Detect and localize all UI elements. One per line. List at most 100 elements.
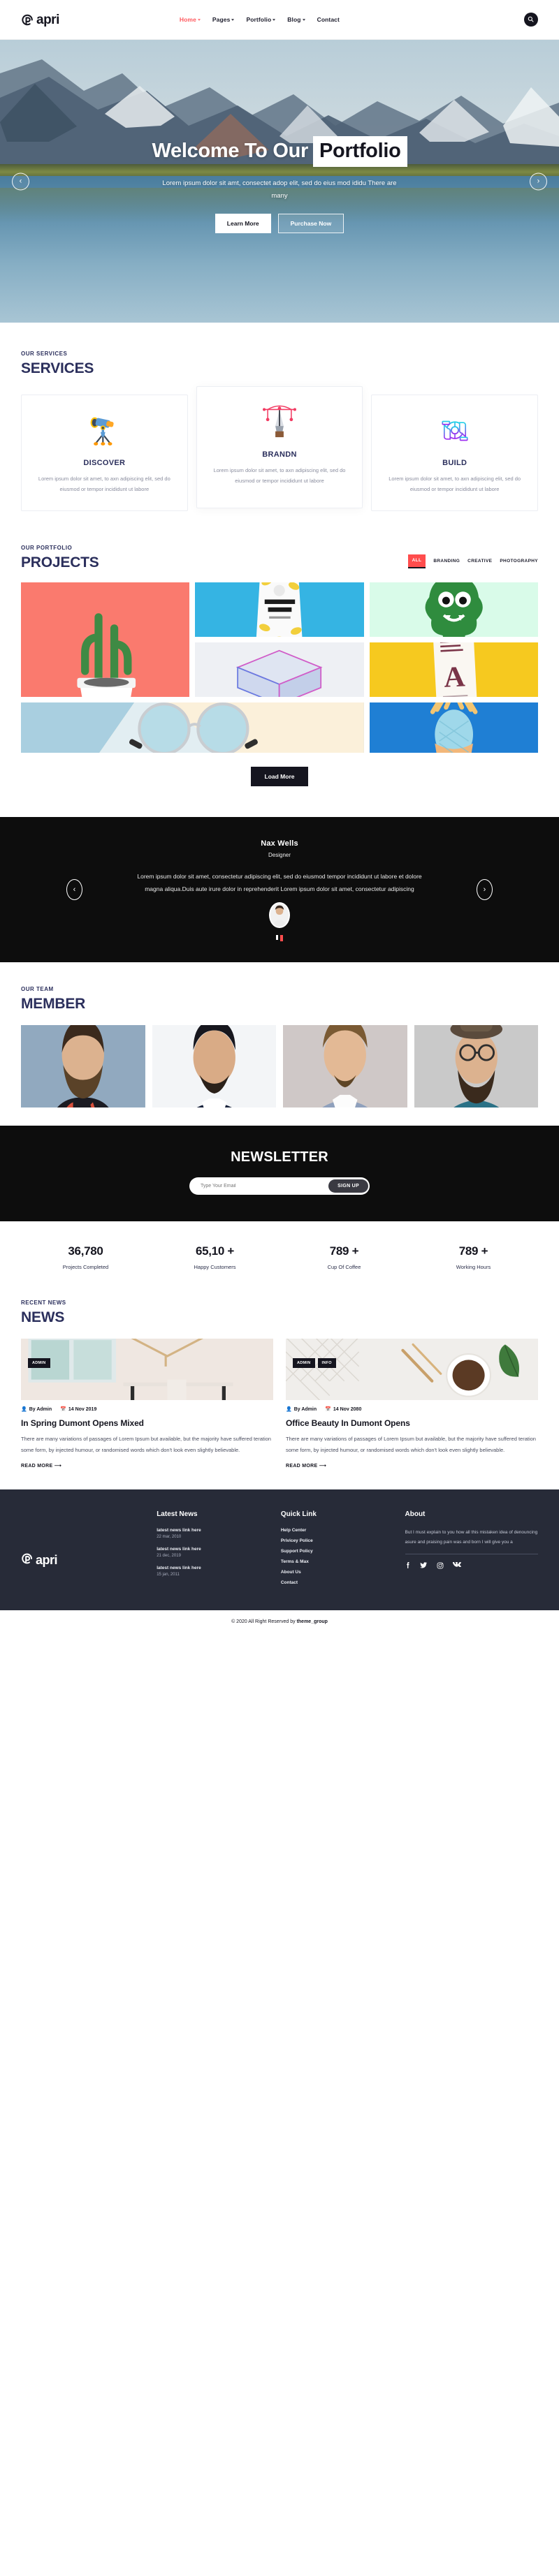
- portfolio-item-plastic-pouch-packaging-mockup[interactable]: [195, 582, 364, 637]
- testimonial-dot-2[interactable]: [280, 935, 283, 942]
- news-author-label: By Admin: [293, 1407, 317, 1413]
- footer-news-link[interactable]: latest news link here: [157, 1566, 273, 1570]
- site-footer: apri Latest News latest news link here 2…: [0, 1489, 559, 1611]
- testimonial-dot-1[interactable]: [276, 935, 278, 941]
- news-section: RECENT NEWS NEWS ADMIN 👤 By Admin 📅 14 N…: [0, 1291, 559, 1489]
- news-excerpt: There are many variations of passages of…: [21, 1436, 271, 1453]
- team-member-4[interactable]: [414, 1025, 538, 1108]
- footer-link-support-policy[interactable]: Support Policy: [281, 1549, 397, 1554]
- news-thumbnail-1[interactable]: ADMIN: [21, 1339, 273, 1401]
- purchase-now-button[interactable]: Purchase Now: [277, 214, 344, 234]
- vk-icon[interactable]: [452, 1561, 461, 1569]
- hero-prev-button[interactable]: ‹: [12, 172, 29, 190]
- newsletter-form: SIGN UP: [189, 1177, 370, 1195]
- facebook-icon[interactable]: [405, 1561, 411, 1569]
- footer-link-contact[interactable]: Contact: [281, 1580, 397, 1585]
- site-header: apri Home Pages Portfolio Blog Contact: [0, 0, 559, 40]
- nav-item-home[interactable]: Home: [180, 16, 201, 23]
- news-card-2: ADMIN INFO 👤 By Admin 📅 14 Nov 2080 Offi…: [286, 1339, 538, 1469]
- nav-item-blog[interactable]: Blog: [287, 16, 305, 23]
- user-icon: 👤: [286, 1407, 292, 1413]
- hero-actions: Learn More Purchase Now: [215, 214, 344, 234]
- portfolio-item-green-monster-character[interactable]: [369, 582, 538, 637]
- team-member-2[interactable]: [152, 1025, 276, 1108]
- nav-label: Portfolio: [246, 16, 272, 23]
- footer-news-item: latest news link here 21 dec, 2019: [157, 1547, 273, 1558]
- filter-all[interactable]: ALL: [407, 554, 426, 568]
- chevron-right-icon: ›: [537, 177, 540, 186]
- news-headline[interactable]: Office Beauty In Dumont Opens: [286, 1418, 538, 1428]
- portfolio-item-painted-pineapple[interactable]: [369, 702, 538, 753]
- newsletter-signup-button[interactable]: SIGN UP: [328, 1179, 368, 1193]
- footer-link-privacy-police[interactable]: Privicey Police: [281, 1538, 397, 1543]
- news-headline[interactable]: In Spring Dumont Opens Mixed: [21, 1418, 273, 1428]
- portfolio-item-brochure-letter-a-mockup[interactable]: A: [369, 642, 538, 697]
- copyright-text: © 2020 All Right Reserved by: [231, 1619, 297, 1625]
- news-date-label: 14 Nov 2019: [68, 1407, 97, 1413]
- footer-brand-logo[interactable]: apri: [21, 1530, 148, 1591]
- hero-next-button[interactable]: ›: [530, 172, 547, 190]
- newsletter-email-input[interactable]: [201, 1184, 329, 1189]
- filter-photography[interactable]: PHOTOGRAPHY: [500, 559, 538, 564]
- main-navigation: Home Pages Portfolio Blog Contact: [152, 16, 340, 23]
- testimonial-prev-button[interactable]: ‹: [66, 879, 82, 901]
- footer-about-heading: About: [405, 1510, 426, 1519]
- load-more-button[interactable]: Load More: [250, 766, 309, 786]
- footer-link-help-center[interactable]: Help Center: [281, 1528, 397, 1533]
- news-tag[interactable]: ADMIN: [28, 1358, 50, 1369]
- footer-link-about-us[interactable]: About Us: [281, 1570, 397, 1575]
- nav-item-portfolio[interactable]: Portfolio: [246, 16, 276, 23]
- instagram-icon[interactable]: [437, 1561, 444, 1569]
- footer-news-link[interactable]: latest news link here: [157, 1528, 273, 1533]
- copyright-brand: theme_group: [296, 1619, 328, 1625]
- team-member-3[interactable]: [283, 1025, 407, 1108]
- portfolio-section: OUR PORTFOLIO PROJECTS ALL BRANDING CREA…: [0, 532, 559, 817]
- portfolio-item-cactus-in-white-pot[interactable]: [21, 582, 190, 697]
- stat-label: Cup Of Coffee: [327, 1264, 361, 1271]
- news-thumbnail-2[interactable]: ADMIN INFO: [286, 1339, 538, 1401]
- portfolio-grid: A: [0, 582, 559, 753]
- testimonial-avatar: [269, 902, 290, 929]
- team-member-1[interactable]: [21, 1025, 145, 1108]
- brand-logo[interactable]: apri: [21, 13, 59, 27]
- learn-more-button[interactable]: Learn More: [215, 214, 271, 234]
- footer-news-item: latest news link here 15 jan, 2011: [157, 1566, 273, 1577]
- portfolio-item-translucent-gradient-box[interactable]: [195, 642, 364, 697]
- filter-creative[interactable]: CREATIVE: [467, 559, 492, 564]
- telescope-icon: [33, 409, 176, 452]
- services-title: SERVICES: [21, 360, 94, 376]
- service-card-brandn[interactable]: BRANDN Lorem ipsum dolor sit amet, to ax…: [196, 386, 363, 508]
- hero-title-highlight: Portfolio: [313, 135, 407, 167]
- stat-label: Working Hours: [456, 1264, 491, 1271]
- footer-link-terms-max[interactable]: Terms & Max: [281, 1559, 397, 1564]
- footer-news-link[interactable]: latest news link here: [157, 1547, 273, 1552]
- service-description: Lorem ipsum dolor sit amet, to axn adipi…: [389, 476, 521, 493]
- footer-news-date: 21 dec, 2019: [157, 1554, 181, 1559]
- stat-number: 789 +: [458, 1244, 488, 1258]
- news-tag[interactable]: INFO: [317, 1358, 336, 1369]
- hero-title: Welcome To Our Portfolio: [152, 135, 407, 167]
- service-card-discover[interactable]: DISCOVER Lorem ipsum dolor sit amet, to …: [21, 395, 188, 511]
- footer-quick-link: Quick Link Help Center Privicey Police S…: [281, 1510, 397, 1591]
- service-description: Lorem ipsum dolor sit amet, to axn adipi…: [213, 467, 346, 485]
- read-more-link-2[interactable]: READ MORE ⟶: [286, 1463, 538, 1469]
- news-tag[interactable]: ADMIN: [293, 1358, 315, 1369]
- twitter-icon[interactable]: [419, 1561, 428, 1569]
- news-excerpt: There are many variations of passages of…: [286, 1436, 536, 1453]
- nav-label: Home: [179, 16, 196, 23]
- news-meta-1: 👤 By Admin 📅 14 Nov 2019: [21, 1407, 273, 1412]
- filter-branding[interactable]: BRANDING: [433, 559, 460, 564]
- testimonial-next-button[interactable]: ›: [477, 879, 493, 901]
- news-date: 📅 14 Nov 2080: [325, 1407, 361, 1412]
- read-more-link-1[interactable]: READ MORE ⟶: [21, 1463, 273, 1469]
- portfolio-filters: ALL BRANDING CREATIVE PHOTOGRAPHY: [407, 554, 538, 571]
- testimonial-dots: [0, 935, 559, 942]
- nav-item-contact[interactable]: Contact: [317, 16, 340, 23]
- portfolio-item-round-sunglasses[interactable]: [21, 702, 364, 753]
- news-date-label: 14 Nov 2080: [333, 1407, 362, 1413]
- service-card-build[interactable]: BUILD Lorem ipsum dolor sit amet, to axn…: [371, 395, 539, 511]
- footer-brand-name: apri: [36, 1553, 58, 1568]
- search-button[interactable]: [523, 13, 538, 27]
- apri-p-mark-icon: [21, 13, 34, 27]
- nav-item-pages[interactable]: Pages: [212, 16, 235, 23]
